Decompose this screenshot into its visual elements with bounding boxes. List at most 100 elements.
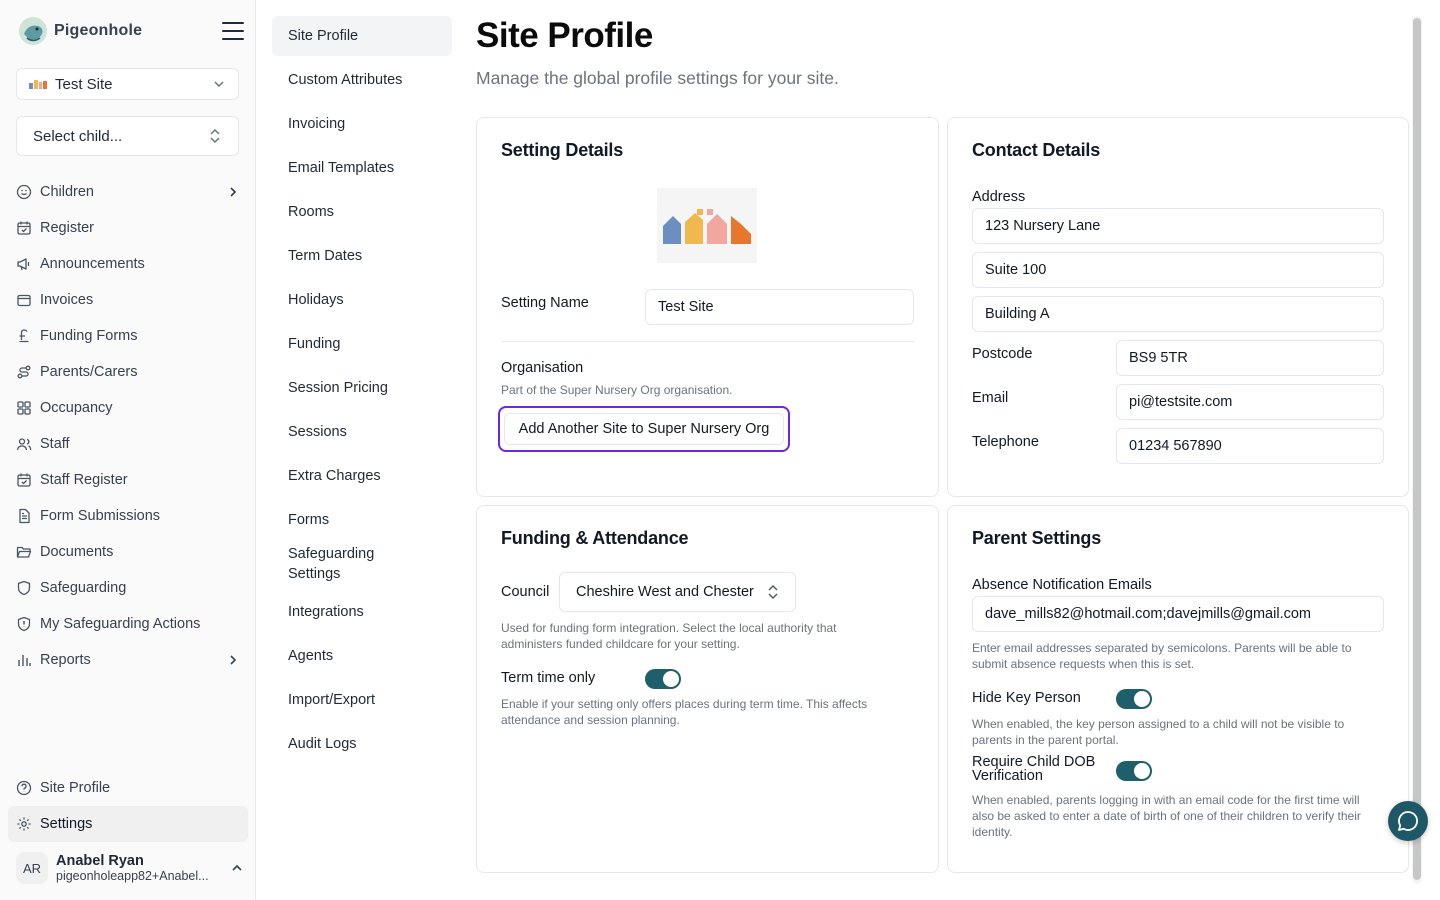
telephone-label: Telephone: [972, 434, 1039, 450]
folder-open-icon: [16, 546, 32, 558]
pound-icon: [19, 329, 29, 343]
chevron-up-down-icon: [210, 128, 220, 144]
nav-item-form-submissions[interactable]: Form Submissions: [8, 498, 248, 534]
nav-item-occupancy[interactable]: Occupancy: [8, 390, 248, 426]
settings-nav-funding[interactable]: Funding: [272, 324, 452, 364]
settings-nav-audit-logs[interactable]: Audit Logs: [272, 724, 452, 764]
user-menu[interactable]: AR Anabel Ryan pigeonholeapp82+Anabel...: [16, 848, 244, 888]
term-time-help: Enable if your setting only offers place…: [501, 697, 868, 727]
setting-details-heading: Setting Details: [501, 140, 624, 160]
nav-item-settings[interactable]: Settings: [8, 806, 248, 842]
chevron-down-icon: [214, 81, 224, 88]
chevron-right-icon: [230, 655, 237, 665]
nav-item-funding-forms[interactable]: Funding Forms: [8, 318, 248, 354]
chevron-up-icon: [232, 864, 242, 871]
bar-chart-icon: [18, 655, 31, 666]
settings-nav-site-profile[interactable]: Site Profile: [272, 16, 452, 56]
address-line-1-input[interactable]: 123 Nursery Lane: [972, 208, 1384, 244]
absence-emails-input[interactable]: dave_mills82@hotmail.com;davejmills@gmai…: [972, 596, 1384, 632]
address-line-3-input[interactable]: Building A: [972, 296, 1384, 332]
nav-item-documents[interactable]: Documents: [8, 534, 248, 570]
site-select[interactable]: Test Site: [16, 68, 239, 100]
nav-item-label: Site Profile: [40, 780, 111, 796]
settings-nav-extra-charges[interactable]: Extra Charges: [272, 456, 452, 496]
site-logo-image[interactable]: [657, 188, 757, 263]
hide-key-person-label: Hide Key Person: [972, 690, 1081, 706]
email-input[interactable]: pi@testsite.com: [1116, 384, 1384, 420]
scrollbar[interactable]: [1412, 16, 1422, 884]
term-time-label: Term time only: [501, 670, 596, 686]
contact-details-heading: Contact Details: [972, 140, 1101, 160]
nav-item-site-profile[interactable]: Site Profile: [8, 770, 248, 806]
settings-nav-forms[interactable]: Forms: [272, 500, 452, 540]
nav-item-label: Funding Forms: [40, 328, 138, 344]
term-time-toggle[interactable]: [645, 669, 681, 689]
nav-item-reports[interactable]: Reports: [8, 642, 248, 678]
council-select[interactable]: Cheshire West and Chester: [559, 572, 796, 612]
absence-emails-help: Enter email addresses separated by semic…: [972, 641, 1352, 671]
funding-attendance-card: Funding & Attendance Council Cheshire We…: [476, 505, 939, 873]
settings-nav-holidays[interactable]: Holidays: [272, 280, 452, 320]
address-line-2-input[interactable]: Suite 100: [972, 252, 1384, 288]
nav-item-staff[interactable]: Staff: [8, 426, 248, 462]
council-select-value: Cheshire West and Chester: [576, 584, 754, 600]
route-icon: [17, 365, 31, 379]
dob-verification-toggle[interactable]: [1116, 761, 1152, 781]
site-logo-icon: [29, 79, 47, 89]
settings-nav-custom-attributes[interactable]: Custom Attributes: [272, 60, 452, 100]
settings-nav-term-dates[interactable]: Term Dates: [272, 236, 452, 276]
dob-verification-help: When enabled, parents logging in with an…: [972, 793, 1361, 839]
sidebar: Pigeonhole Test Site Select child... Chi…: [0, 0, 256, 900]
chevron-right-icon: [230, 187, 237, 197]
settings-nav-sessions[interactable]: Sessions: [272, 412, 452, 452]
settings-nav-email-templates[interactable]: Email Templates: [272, 148, 452, 188]
child-select[interactable]: Select child...: [16, 116, 239, 156]
shield-alert-icon: [17, 616, 31, 632]
add-site-button-label: Add Another Site to Super Nursery Org: [503, 413, 785, 445]
settings-nav-import-export[interactable]: Import/Export: [272, 680, 452, 720]
setting-name-label: Setting Name: [501, 295, 589, 311]
settings-nav-rooms[interactable]: Rooms: [272, 192, 452, 232]
hide-key-person-toggle[interactable]: [1116, 689, 1152, 709]
postcode-input[interactable]: BS9 5TR: [1116, 340, 1384, 376]
nav-item-label: Settings: [40, 816, 93, 832]
settings-nav-invoicing[interactable]: Invoicing: [272, 104, 452, 144]
settings-nav-integrations[interactable]: Integrations: [272, 592, 452, 632]
chat-button[interactable]: [1388, 801, 1428, 841]
nav-item-parents-carers[interactable]: Parents/Carers: [8, 354, 248, 390]
nav-item-label: My Safeguarding Actions: [40, 616, 201, 632]
email-label: Email: [972, 390, 1009, 406]
setting-name-input[interactable]: Test Site: [645, 289, 914, 325]
nav-item-label: Reports: [40, 652, 91, 668]
nav-item-staff-register[interactable]: Staff Register: [8, 462, 248, 498]
parent-settings-heading: Parent Settings: [972, 528, 1102, 548]
council-help: Used for funding form integration. Selec…: [501, 621, 837, 651]
brand-name: Pigeonhole: [54, 22, 143, 39]
telephone-input[interactable]: 01234 567890: [1116, 428, 1384, 464]
nav-item-label: Safeguarding: [40, 580, 127, 596]
help-circle-icon: [16, 780, 32, 796]
add-site-button[interactable]: Add Another Site to Super Nursery Org: [498, 406, 790, 452]
settings-nav-agents[interactable]: Agents: [272, 636, 452, 676]
nav-item-children[interactable]: Children: [8, 174, 248, 210]
nav-item-invoices[interactable]: Invoices: [8, 282, 248, 318]
nav-item-my-safeguarding-actions[interactable]: My Safeguarding Actions: [8, 606, 248, 642]
brand[interactable]: Pigeonhole: [18, 16, 142, 46]
nav-item-announcements[interactable]: Announcements: [8, 246, 248, 282]
site-select-value: Test Site: [55, 75, 113, 93]
hide-key-person-help: When enabled, the key person assigned to…: [972, 717, 1345, 747]
settings-nav-session-pricing[interactable]: Session Pricing: [272, 368, 452, 408]
dob-verification-label: Require Child DOB Verification: [972, 754, 1096, 784]
nav-item-label: Parents/Carers: [40, 364, 138, 380]
menu-toggle-icon[interactable]: [222, 22, 244, 40]
council-label: Council: [501, 584, 550, 600]
nav-item-label: Invoices: [40, 292, 94, 308]
funding-heading: Funding & Attendance: [501, 528, 689, 548]
scrollbar-thumb[interactable]: [1413, 18, 1421, 880]
calendar-check-icon: [17, 221, 31, 235]
nav-item-safeguarding[interactable]: Safeguarding: [8, 570, 248, 606]
wallet-icon: [17, 294, 31, 307]
nav-item-register[interactable]: Register: [8, 210, 248, 246]
organisation-help: Part of the Super Nursery Org organisati…: [501, 383, 733, 397]
settings-nav-safeguarding-settings[interactable]: Safeguarding Settings: [272, 540, 402, 588]
